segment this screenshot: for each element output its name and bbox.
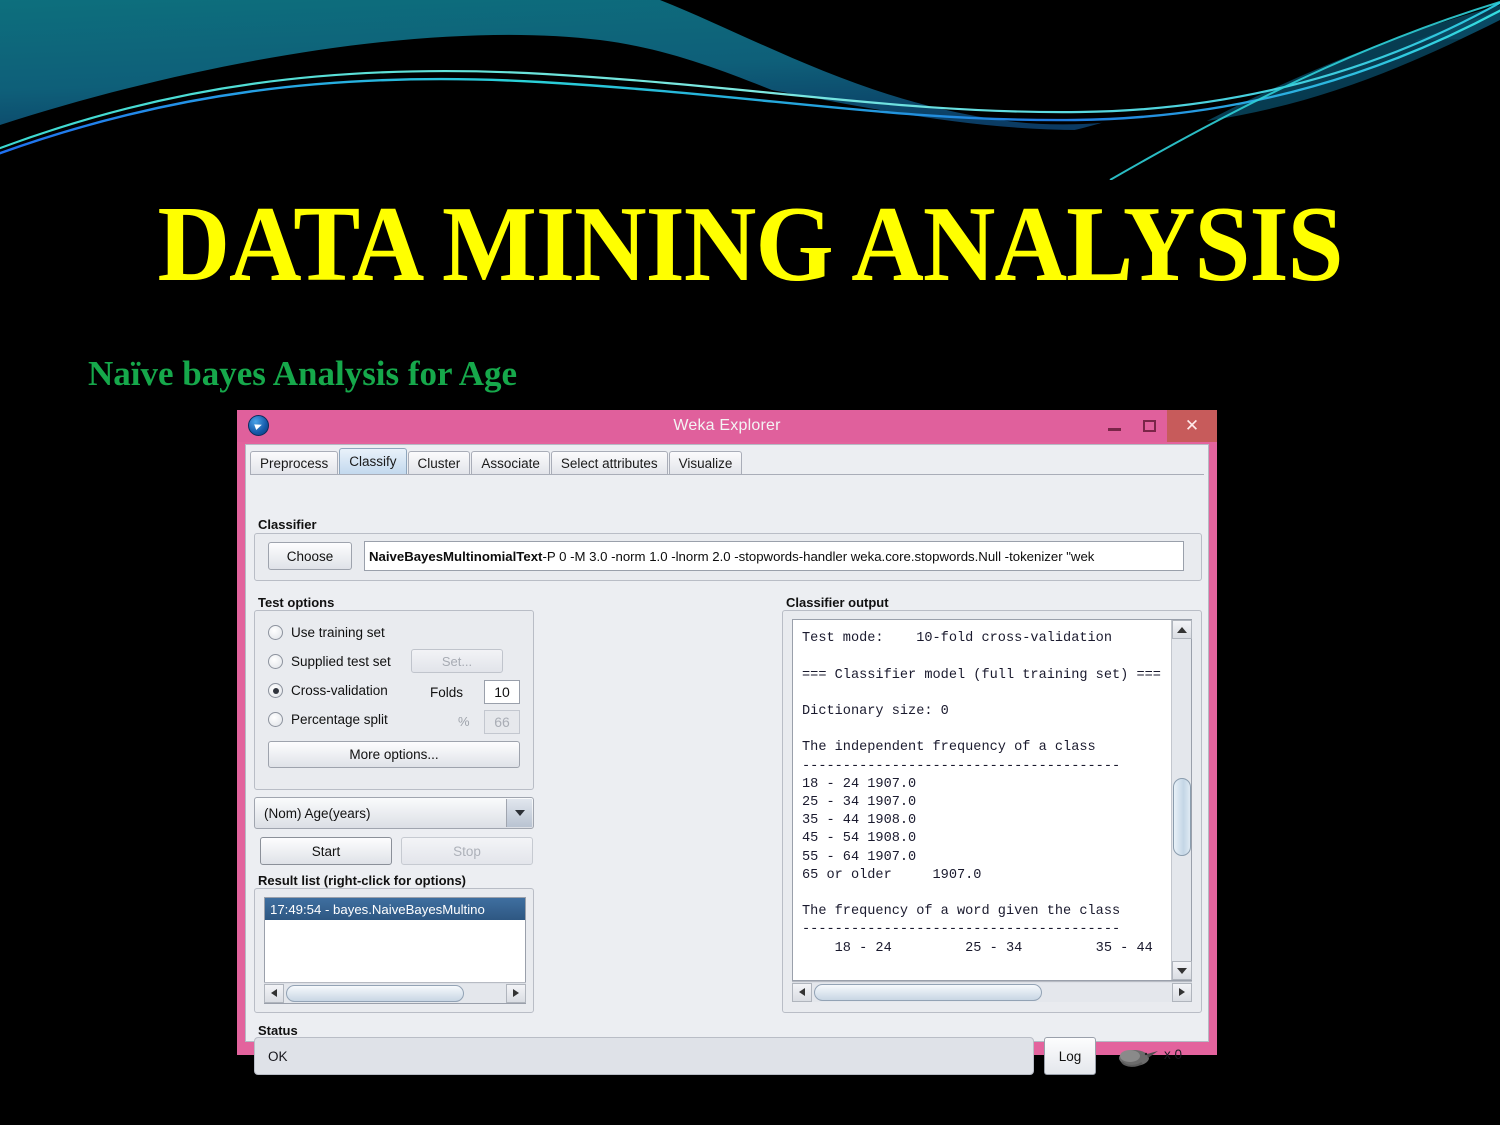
test-options-section-label: Test options xyxy=(258,595,335,610)
choose-button[interactable]: Choose xyxy=(268,542,352,570)
page-title: DATA MINING ANALYSIS xyxy=(157,185,1343,304)
log-button[interactable]: Log xyxy=(1044,1037,1096,1075)
radio-label: Cross-validation xyxy=(291,683,388,698)
classifier-output-hscrollbar[interactable] xyxy=(792,981,1192,1002)
tab-label: Classify xyxy=(349,454,397,469)
radio-cross-validation[interactable]: Cross-validation xyxy=(268,683,388,698)
maximize-button[interactable] xyxy=(1132,410,1167,442)
status-text: OK xyxy=(254,1037,1034,1075)
list-item[interactable]: 17:49:54 - bayes.NaiveBayesMultino xyxy=(265,898,525,920)
set-button[interactable]: Set... xyxy=(411,649,503,673)
folds-label: Folds xyxy=(430,685,464,700)
radio-icon xyxy=(268,712,283,727)
tab-preprocess[interactable]: Preprocess xyxy=(250,451,339,474)
classifier-section-label: Classifier xyxy=(258,517,317,532)
result-list-label: Result list (right-click for options) xyxy=(258,873,467,888)
tab-label: Select attributes xyxy=(560,455,658,471)
more-options-button[interactable]: More options... xyxy=(268,741,520,768)
weka-bird-icon xyxy=(1119,1050,1158,1067)
tab-label: Preprocess xyxy=(260,455,329,471)
stop-button: Stop xyxy=(401,837,533,865)
radio-supplied-test-set[interactable]: Supplied test set xyxy=(268,654,391,669)
waveform-banner-graphic xyxy=(0,0,1500,180)
explorer-tabstrip: Preprocess Classify Cluster Associate Se… xyxy=(250,448,1204,475)
tab-select-attributes[interactable]: Select attributes xyxy=(550,451,668,474)
slide: DATA MINING ANALYSIS Naïve bayes Analysi… xyxy=(0,0,1500,1125)
hscroll-thumb[interactable] xyxy=(286,984,464,1002)
tab-classify[interactable]: Classify xyxy=(339,448,407,474)
classifier-command-field[interactable]: NaiveBayesMultinomialText -P 0 -M 3.0 -n… xyxy=(364,541,1184,571)
status-section-label: Status xyxy=(258,1023,298,1038)
classifier-output-textarea[interactable]: ------------------ Test mode: 10-fold cr… xyxy=(792,619,1192,981)
window-titlebar: Weka Explorer ✕ xyxy=(237,410,1217,442)
minimize-button[interactable] xyxy=(1097,410,1132,442)
radio-label: Percentage split xyxy=(291,712,388,727)
scroll-down-icon[interactable] xyxy=(1172,961,1192,980)
weka-app-icon xyxy=(248,415,269,436)
percentage-split-input[interactable]: 66 xyxy=(484,710,520,734)
radio-use-training-set[interactable]: Use training set xyxy=(268,625,385,640)
hscroll-thumb[interactable] xyxy=(814,983,1042,1001)
scroll-up-icon[interactable] xyxy=(1172,620,1192,639)
tab-visualize[interactable]: Visualize xyxy=(668,451,743,474)
weka-explorer-window: Weka Explorer ✕ Preprocess Classify Clus… xyxy=(237,410,1217,1075)
tab-label: Visualize xyxy=(678,455,733,471)
scroll-left-icon[interactable] xyxy=(792,982,812,1002)
window-client-area: Preprocess Classify Cluster Associate Se… xyxy=(245,444,1209,1075)
scroll-right-icon[interactable] xyxy=(506,983,526,1003)
hscroll-track[interactable] xyxy=(284,983,506,1003)
scroll-right-icon[interactable] xyxy=(1172,982,1192,1002)
classifier-output-vscrollbar[interactable] xyxy=(1171,620,1192,980)
window-title: Weka Explorer xyxy=(673,417,781,434)
page-subtitle: Naïve bayes Analysis for Age xyxy=(88,354,518,393)
class-attribute-value: (Nom) Age(years) xyxy=(264,805,371,821)
chevron-down-icon[interactable] xyxy=(506,799,532,827)
scroll-left-icon[interactable] xyxy=(264,983,284,1003)
radio-icon xyxy=(268,654,283,669)
tab-cluster[interactable]: Cluster xyxy=(407,451,471,474)
hscroll-track[interactable] xyxy=(812,982,1172,1002)
radio-percentage-split[interactable]: Percentage split xyxy=(268,712,388,727)
radio-label: Use training set xyxy=(291,625,385,640)
window-controls: ✕ xyxy=(1097,410,1217,442)
class-attribute-dropdown[interactable]: (Nom) Age(years) xyxy=(254,797,534,829)
result-list-hscrollbar[interactable] xyxy=(264,982,526,1003)
classifier-options: -P 0 -M 3.0 -norm 1.0 -lnorm 2.0 -stopwo… xyxy=(542,548,1095,564)
folds-input[interactable]: 10 xyxy=(484,680,520,704)
close-button[interactable]: ✕ xyxy=(1167,410,1217,442)
bird-count-label: x 0 xyxy=(1164,1047,1183,1062)
start-button[interactable]: Start xyxy=(260,837,392,865)
classifier-output-text: ------------------ Test mode: 10-fold cr… xyxy=(802,619,1161,956)
tab-label: Associate xyxy=(481,455,540,471)
tab-associate[interactable]: Associate xyxy=(471,451,550,474)
percent-sign-label: % xyxy=(458,714,470,729)
radio-icon xyxy=(268,625,283,640)
tab-label: Cluster xyxy=(417,455,461,471)
vscroll-thumb[interactable] xyxy=(1173,778,1191,856)
radio-label: Supplied test set xyxy=(291,654,391,669)
classifier-output-label: Classifier output xyxy=(786,595,889,610)
radio-icon-selected xyxy=(268,683,283,698)
classifier-name: NaiveBayesMultinomialText xyxy=(369,548,543,564)
